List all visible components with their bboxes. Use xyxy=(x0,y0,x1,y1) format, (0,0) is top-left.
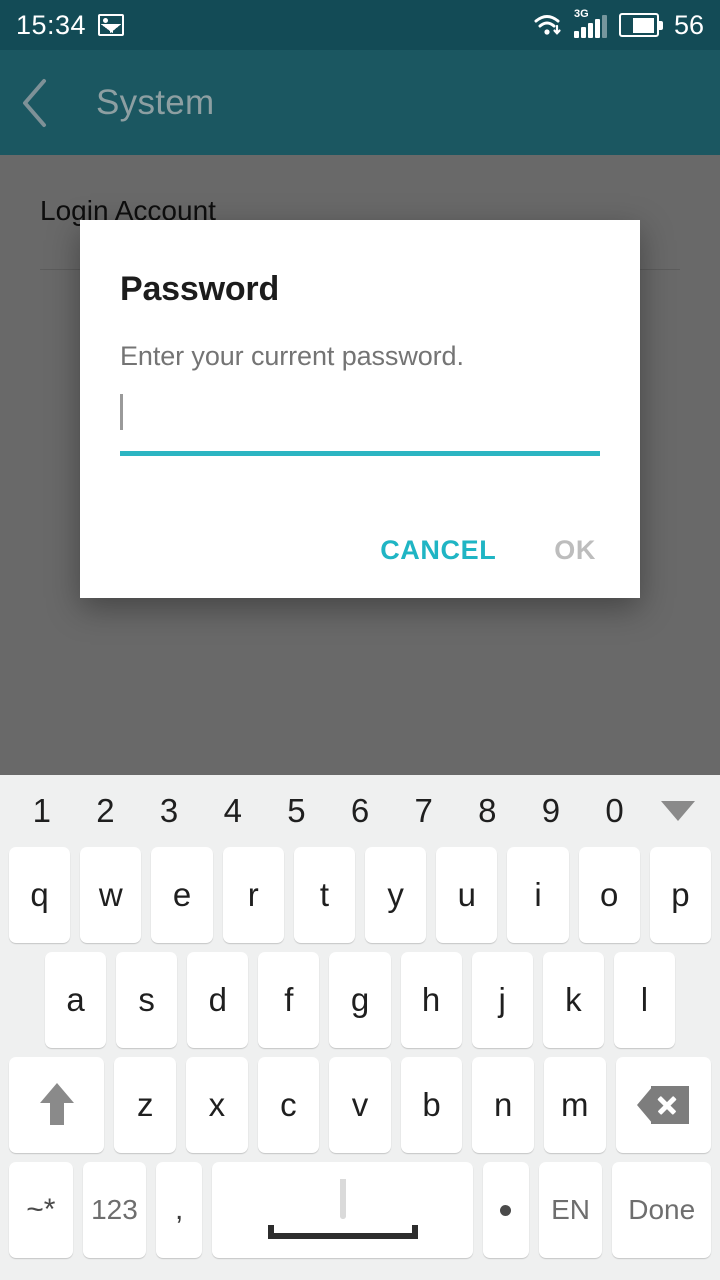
signal-bars-icon: 3G xyxy=(573,8,608,38)
status-bar-left: 15:34 xyxy=(16,9,125,41)
key-q[interactable]: q xyxy=(9,847,71,943)
text-cursor xyxy=(120,394,123,430)
shift-arrow-icon[interactable] xyxy=(9,1057,105,1153)
backspace-icon[interactable] xyxy=(615,1057,711,1153)
numeric-key[interactable]: 123 xyxy=(82,1162,147,1258)
key-7[interactable]: 7 xyxy=(392,775,456,847)
done-key[interactable]: Done xyxy=(612,1162,711,1258)
key-i[interactable]: i xyxy=(507,847,569,943)
language-key[interactable]: EN xyxy=(538,1162,603,1258)
space-key[interactable] xyxy=(212,1162,473,1258)
keyboard-row-zxcv: z x c v b n m xyxy=(0,1057,720,1153)
period-key[interactable] xyxy=(482,1162,529,1258)
page-title: System xyxy=(96,82,215,122)
password-input[interactable] xyxy=(120,394,600,450)
keyboard-row-bottom: ~* 123 , EN Done xyxy=(0,1162,720,1258)
key-w[interactable]: w xyxy=(80,847,142,943)
input-underline xyxy=(120,451,600,456)
key-b[interactable]: b xyxy=(400,1057,463,1153)
key-s[interactable]: s xyxy=(116,952,178,1048)
keyboard-row-asdf: a s d f g h j k l xyxy=(0,952,720,1048)
spacebar-glyph xyxy=(267,1225,418,1239)
key-6[interactable]: 6 xyxy=(328,775,392,847)
comma-key[interactable]: , xyxy=(156,1162,203,1258)
network-type-label: 3G xyxy=(573,8,589,20)
symbols-key[interactable]: ~* xyxy=(9,1162,73,1258)
battery-percent: 56 xyxy=(673,9,704,40)
battery-icon xyxy=(618,13,663,37)
key-0[interactable]: 0 xyxy=(583,775,647,847)
key-v[interactable]: v xyxy=(329,1057,391,1153)
status-clock: 15:34 xyxy=(16,9,87,40)
dialog-actions: CANCEL OK xyxy=(80,502,640,598)
status-bar: 15:34 3G 56 xyxy=(0,0,720,50)
cancel-button[interactable]: CANCEL xyxy=(368,525,508,576)
key-t[interactable]: t xyxy=(293,847,356,943)
keyboard-row-qwerty: q w e r t y u i o p xyxy=(0,847,720,943)
key-l[interactable]: l xyxy=(613,952,675,1048)
password-field-wrapper xyxy=(120,394,600,456)
key-z[interactable]: z xyxy=(114,1057,177,1153)
key-h[interactable]: h xyxy=(400,952,462,1048)
microphone-icon xyxy=(339,1179,346,1219)
chevron-down-icon[interactable] xyxy=(646,801,710,821)
password-dialog: Password Enter your current password. CA… xyxy=(80,220,640,598)
key-p[interactable]: p xyxy=(649,847,712,943)
key-2[interactable]: 2 xyxy=(74,775,138,847)
key-f[interactable]: f xyxy=(258,952,320,1048)
key-3[interactable]: 3 xyxy=(137,775,201,847)
status-bar-right: 3G 56 xyxy=(533,8,704,41)
key-m[interactable]: m xyxy=(543,1057,606,1153)
key-e[interactable]: e xyxy=(151,847,213,943)
key-g[interactable]: g xyxy=(329,952,391,1048)
key-y[interactable]: y xyxy=(365,847,427,943)
key-j[interactable]: j xyxy=(471,952,533,1048)
key-4[interactable]: 4 xyxy=(201,775,265,847)
image-icon xyxy=(98,14,125,36)
key-o[interactable]: o xyxy=(578,847,640,943)
key-1[interactable]: 1 xyxy=(10,775,74,847)
wifi-download-icon xyxy=(533,12,563,38)
key-r[interactable]: r xyxy=(222,847,284,943)
back-chevron-icon[interactable] xyxy=(0,50,70,155)
dialog-title: Password xyxy=(120,270,280,308)
keyboard-number-row: 1 2 3 4 5 6 7 8 9 0 xyxy=(0,775,720,847)
key-d[interactable]: d xyxy=(187,952,249,1048)
dot-glyph xyxy=(500,1204,512,1216)
key-9[interactable]: 9 xyxy=(519,775,583,847)
key-8[interactable]: 8 xyxy=(455,775,519,847)
phone-screen: 15:34 3G 56 System Password Enter your c… xyxy=(0,0,720,1280)
ok-button[interactable]: OK xyxy=(542,525,608,576)
key-x[interactable]: x xyxy=(186,1057,248,1153)
dialog-message: Enter your current password. xyxy=(120,341,464,371)
key-c[interactable]: c xyxy=(257,1057,320,1153)
key-a[interactable]: a xyxy=(45,952,107,1048)
key-5[interactable]: 5 xyxy=(265,775,329,847)
on-screen-keyboard: 1 2 3 4 5 6 7 8 9 0 q w e r t y u i o p … xyxy=(0,775,720,1280)
key-n[interactable]: n xyxy=(472,1057,534,1153)
key-u[interactable]: u xyxy=(436,847,498,943)
app-bar: System xyxy=(0,50,720,155)
key-k[interactable]: k xyxy=(542,952,604,1048)
